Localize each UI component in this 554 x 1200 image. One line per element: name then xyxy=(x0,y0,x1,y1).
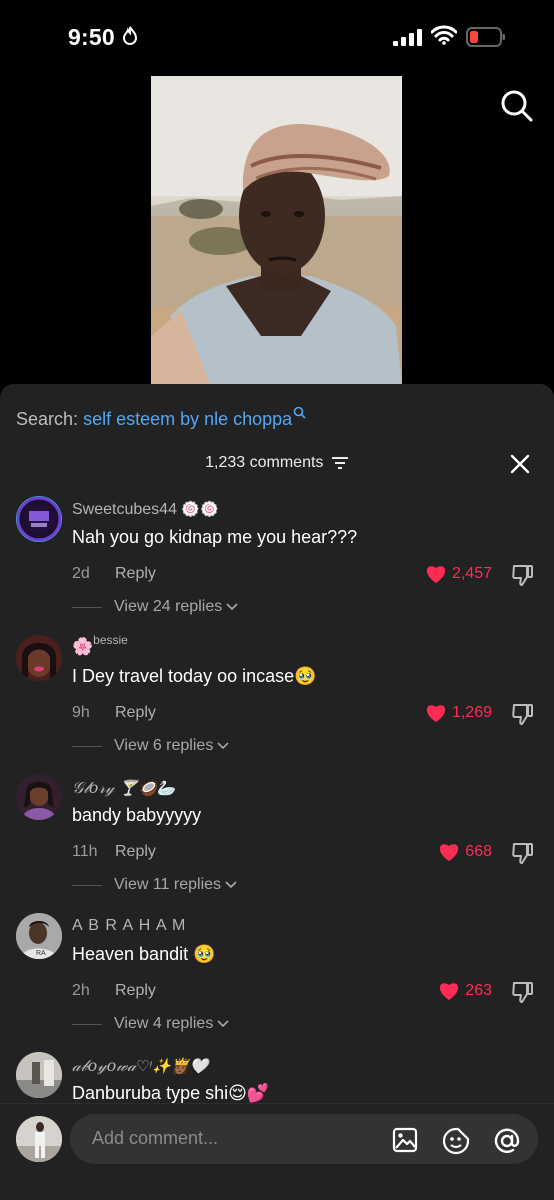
comment-composer: Add comment... xyxy=(0,1103,554,1200)
like-count: 263 xyxy=(465,982,492,999)
svg-text:RA: RA xyxy=(36,950,46,957)
like-button[interactable]: 668 xyxy=(438,842,492,862)
dislike-icon[interactable] xyxy=(512,981,534,1005)
comments-count-header: 1,233 comments xyxy=(0,454,554,472)
dislike-icon[interactable] xyxy=(512,564,534,588)
avatar[interactable] xyxy=(16,496,62,542)
reply-button[interactable]: Reply xyxy=(115,843,156,861)
user-badges: 🍸🥥🦢 xyxy=(119,779,176,797)
comment-input-placeholder: Add comment... xyxy=(92,1128,219,1148)
comment-time: 2h xyxy=(72,982,90,999)
divider xyxy=(72,606,102,608)
chevron-down-icon xyxy=(217,742,229,750)
heart-icon xyxy=(426,705,446,722)
comment-username[interactable]: Sweetcubes44 🍥🍥 xyxy=(72,500,219,519)
comment-username[interactable]: A B R A H A M xyxy=(72,917,186,935)
user-badges: ♡ᵎ✨👸🏾🤍 xyxy=(136,1057,209,1075)
filter-icon[interactable] xyxy=(331,456,349,470)
avatar[interactable]: RA xyxy=(16,913,62,959)
comment-item: 🌸bessie I Dey travel today oo incase🥹 9h… xyxy=(0,627,554,766)
comment-time: 11h xyxy=(72,843,98,860)
user-badges: 🍥🍥 xyxy=(181,500,219,518)
heart-icon xyxy=(426,566,446,583)
status-bar: 9:50 xyxy=(0,0,554,72)
comment-item: 𝒶𝒷𝑜𝓎𝑜𝓌𝒶♡ᵎ✨👸🏾🤍 Danburuba type shi😌💕 xyxy=(0,1044,554,1103)
comments-count: 1,233 comments xyxy=(205,454,324,471)
comment-time: 9h xyxy=(72,704,90,721)
comment-text: I Dey travel today oo incase🥹 xyxy=(72,666,317,686)
avatar[interactable] xyxy=(16,1052,62,1098)
status-time: 9:50 xyxy=(68,24,115,50)
divider xyxy=(72,1023,102,1025)
dislike-icon[interactable] xyxy=(512,703,534,727)
divider xyxy=(72,884,102,886)
avatar[interactable] xyxy=(16,774,62,820)
comment-item: RA A B R A H A M Heaven bandit 🥹 2h Repl… xyxy=(0,905,554,1044)
comment-username[interactable]: 𝒢𝓁𝑜𝓇𝓎 🍸🥥🦢 xyxy=(72,778,175,798)
dislike-icon[interactable] xyxy=(512,842,534,866)
heart-icon xyxy=(440,983,459,1000)
comment-username[interactable]: 🌸bessie xyxy=(72,633,128,657)
search-suggestion[interactable]: Search: self esteem by nle choppa xyxy=(16,406,306,430)
like-button[interactable]: 2,457 xyxy=(425,564,492,584)
avatar[interactable] xyxy=(16,1116,62,1162)
like-button[interactable]: 1,269 xyxy=(425,703,492,723)
comment-item: Sweetcubes44 🍥🍥 Nah you go kidnap me you… xyxy=(0,488,554,627)
view-replies-button[interactable]: View 24 replies xyxy=(72,598,238,616)
comment-text: Heaven bandit 🥹 xyxy=(72,944,216,964)
search-icon[interactable] xyxy=(500,89,534,123)
view-replies-button[interactable]: View 11 replies xyxy=(72,876,237,894)
wifi-icon xyxy=(431,25,457,45)
cellular-signal-icon xyxy=(393,29,422,46)
battery-icon xyxy=(466,27,505,47)
close-icon[interactable] xyxy=(510,454,530,474)
avatar[interactable] xyxy=(16,635,62,681)
user-badges: 🌸 xyxy=(72,637,94,657)
chevron-down-icon xyxy=(217,1020,229,1028)
chevron-down-icon xyxy=(226,603,238,611)
like-count: 2,457 xyxy=(451,565,492,582)
comment-username[interactable]: 𝒶𝒷𝑜𝓎𝑜𝓌𝒶♡ᵎ✨👸🏾🤍 xyxy=(72,1056,208,1076)
comment-list[interactable]: Sweetcubes44 🍥🍥 Nah you go kidnap me you… xyxy=(0,488,554,1103)
comment-item: 𝒢𝓁𝑜𝓇𝓎 🍸🥥🦢 bandy babyyyyy 11h Reply 668 V… xyxy=(0,766,554,905)
video-preview[interactable] xyxy=(151,76,402,386)
like-button[interactable]: 263 xyxy=(438,981,492,1001)
reply-button[interactable]: Reply xyxy=(115,982,156,1000)
mention-icon[interactable] xyxy=(493,1127,521,1155)
comment-text: Nah you go kidnap me you hear??? xyxy=(72,527,358,547)
comment-time: 2d xyxy=(72,565,90,582)
view-replies-button[interactable]: View 4 replies xyxy=(72,1015,229,1033)
reply-button[interactable]: Reply xyxy=(115,565,156,583)
video-frame-image xyxy=(151,76,402,386)
comment-text: Danburuba type shi😌💕 xyxy=(72,1083,270,1103)
search-prefix: Search: xyxy=(16,409,79,429)
like-count: 1,269 xyxy=(451,704,492,721)
view-replies-button[interactable]: View 6 replies xyxy=(72,737,229,755)
comments-panel: Search: self esteem by nle choppa 1,233 … xyxy=(0,384,554,1200)
search-query-link[interactable]: self esteem by nle choppa xyxy=(83,409,292,429)
image-icon[interactable] xyxy=(392,1127,418,1153)
heart-icon xyxy=(440,844,459,861)
comment-text: bandy babyyyyy xyxy=(72,805,202,825)
chevron-down-icon xyxy=(225,881,237,889)
like-count: 668 xyxy=(465,843,492,860)
emoji-icon[interactable] xyxy=(442,1127,470,1155)
comment-input[interactable]: Add comment... xyxy=(70,1114,538,1164)
divider xyxy=(72,745,102,747)
reply-button[interactable]: Reply xyxy=(115,704,156,722)
search-icon xyxy=(293,406,306,419)
focus-flame-icon xyxy=(122,26,138,45)
